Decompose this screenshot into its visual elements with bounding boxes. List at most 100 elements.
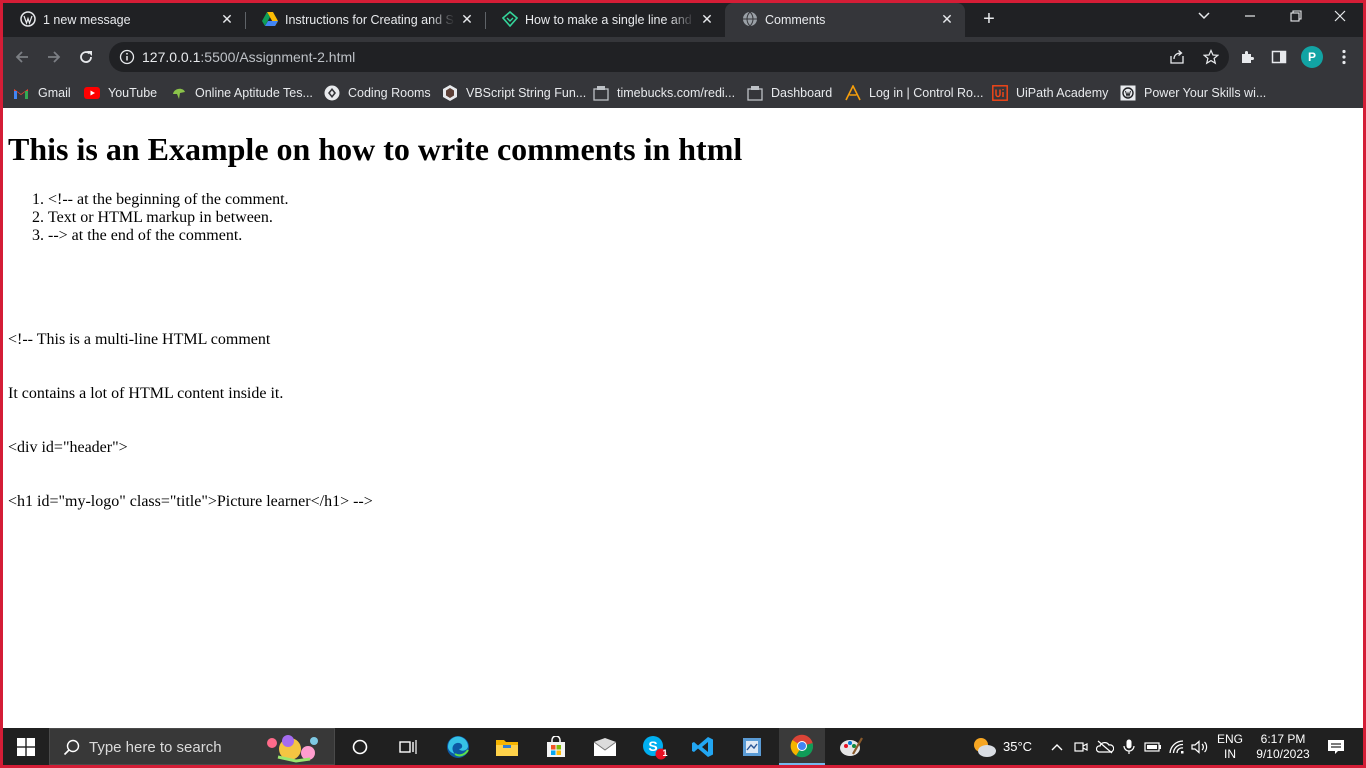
close-icon[interactable]: ✕ xyxy=(219,11,235,27)
tab-title: Instructions for Creating and Submitting xyxy=(285,13,455,27)
bookmark-coding-rooms[interactable]: Coding Rooms xyxy=(324,83,431,103)
list-item: 1. <!-- at the beginning of the comment. xyxy=(32,191,289,208)
wifi-icon[interactable] xyxy=(1166,728,1188,765)
start-button[interactable] xyxy=(3,728,49,765)
volume-icon[interactable] xyxy=(1189,728,1211,765)
site-info-icon[interactable] xyxy=(119,49,135,65)
wordpress-icon xyxy=(19,10,37,28)
weather-temperature[interactable]: 35°C xyxy=(1003,739,1032,754)
new-tab-button[interactable]: + xyxy=(977,8,1001,32)
steps-list: 1. <!-- at the beginning of the comment. … xyxy=(32,191,289,245)
mail-icon[interactable] xyxy=(585,728,625,765)
search-placeholder: Type here to search xyxy=(89,739,222,756)
skype-icon[interactable]: S 1 xyxy=(634,728,674,765)
tab-instructions[interactable]: Instructions for Creating and Submitting… xyxy=(245,3,485,37)
tab-title: How to make a single line and multi-line… xyxy=(525,13,695,27)
url-path: :5500/Assignment-2.html xyxy=(200,49,356,65)
minimize-button[interactable] xyxy=(1227,3,1273,33)
coding-rooms-icon xyxy=(324,85,340,101)
bookmark-label: timebucks.com/redi... xyxy=(617,86,736,100)
onedrive-offline-icon[interactable] xyxy=(1094,728,1116,765)
bookmark-youtube[interactable]: YouTube xyxy=(84,83,157,103)
microphone-icon[interactable] xyxy=(1119,728,1139,765)
language-indicator[interactable]: ENG IN xyxy=(1215,732,1245,762)
bookmark-vbscript[interactable]: VBScript String Fun... xyxy=(442,83,586,103)
tab-how-to-comment[interactable]: How to make a single line and multi-line… xyxy=(485,3,725,37)
taskbar-search-box[interactable]: Type here to search xyxy=(49,728,335,765)
tab-comments[interactable]: Comments ✕ xyxy=(725,3,965,37)
url-host: 127.0.0.1 xyxy=(142,49,201,65)
tab-title: Comments xyxy=(765,13,826,27)
page-viewport: This is an Example on how to write comme… xyxy=(3,108,1363,728)
bookmark-star-icon[interactable] xyxy=(1202,49,1220,65)
bookmark-label: Gmail xyxy=(38,86,71,100)
bookmarks-bar: Gmail YouTube Online Aptitude Tes... Cod… xyxy=(3,77,1363,108)
windows-taskbar: Type here to search S 1 35°C ENG IN 6:17… xyxy=(3,728,1363,765)
control-room-icon xyxy=(845,85,861,101)
close-icon[interactable]: ✕ xyxy=(459,11,475,27)
menu-kebab-icon[interactable] xyxy=(1334,47,1354,67)
bookmark-aptitude[interactable]: Online Aptitude Tes... xyxy=(171,83,313,103)
paint-icon[interactable] xyxy=(831,728,871,765)
close-icon[interactable]: ✕ xyxy=(699,11,715,27)
bookmark-label: YouTube xyxy=(108,86,158,100)
youtube-icon xyxy=(84,85,100,101)
forward-button[interactable] xyxy=(42,45,66,69)
battery-icon[interactable] xyxy=(1142,728,1164,765)
tab-new-message[interactable]: 1 new message ✕ xyxy=(3,3,245,37)
profile-avatar[interactable]: P xyxy=(1301,46,1323,68)
diamond-icon xyxy=(501,10,519,28)
bookmark-control-room[interactable]: Log in | Control Ro... xyxy=(845,83,983,103)
tab-title: 1 new message xyxy=(43,13,131,27)
uipath-icon xyxy=(992,85,1008,101)
bookmark-timebucks[interactable]: timebucks.com/redi... xyxy=(593,83,735,103)
clock[interactable]: 6:17 PM 9/10/2023 xyxy=(1250,732,1316,762)
aptitude-icon xyxy=(171,85,187,101)
reload-button[interactable] xyxy=(74,45,98,69)
search-icon xyxy=(63,739,80,761)
bookmark-label: Online Aptitude Tes... xyxy=(195,86,313,100)
side-panel-icon[interactable] xyxy=(1269,47,1289,67)
cortana-icon[interactable] xyxy=(340,728,380,765)
toolbar: 127.0.0.1:5500/Assignment-2.html P xyxy=(3,37,1363,77)
restore-button[interactable] xyxy=(1273,3,1319,33)
chrome-taskbar-icon[interactable] xyxy=(779,728,825,765)
chevron-up-icon[interactable] xyxy=(1047,728,1067,765)
meet-now-icon[interactable] xyxy=(1071,728,1091,765)
back-button[interactable] xyxy=(10,45,34,69)
weather-icon[interactable] xyxy=(969,728,999,765)
search-highlight-icon xyxy=(258,731,328,765)
bookmark-label: VBScript String Fun... xyxy=(466,86,587,100)
address-bar[interactable]: 127.0.0.1:5500/Assignment-2.html xyxy=(109,42,1229,72)
bookmark-gmail[interactable]: Gmail xyxy=(14,83,71,103)
bookmark-dashboard[interactable]: Dashboard xyxy=(747,83,832,103)
clock-date: 9/10/2023 xyxy=(1256,747,1310,761)
task-view-icon[interactable] xyxy=(388,728,428,765)
url-text[interactable]: 127.0.0.1:5500/Assignment-2.html xyxy=(142,49,355,65)
comment-line: <h1 id="my-logo" class="title">Picture l… xyxy=(8,493,373,510)
vscode-icon[interactable] xyxy=(683,728,723,765)
browser-window: 1 new message ✕ Instructions for Creatin… xyxy=(3,3,1363,765)
close-icon[interactable]: ✕ xyxy=(939,11,955,27)
comment-line: <!-- This is a multi-line HTML comment xyxy=(8,331,271,348)
list-item: 2. Text or HTML markup in between. xyxy=(32,209,273,226)
vbscript-icon xyxy=(442,85,458,101)
edge-icon[interactable] xyxy=(438,728,478,765)
notifications-icon[interactable] xyxy=(1321,728,1351,765)
extensions-icon[interactable] xyxy=(1237,47,1257,67)
bookmark-label: Coding Rooms xyxy=(348,86,431,100)
file-explorer-icon[interactable] xyxy=(487,728,527,765)
store-icon[interactable] xyxy=(536,728,576,765)
gmail-icon xyxy=(14,85,28,101)
bookmark-power-skills[interactable]: Power Your Skills wi... xyxy=(1120,83,1266,103)
close-window-button[interactable] xyxy=(1317,3,1363,33)
clock-time: 6:17 PM xyxy=(1260,732,1306,746)
page-heading: This is an Example on how to write comme… xyxy=(8,131,743,167)
bookmark-uipath[interactable]: UiPath Academy xyxy=(992,83,1108,103)
google-drive-icon xyxy=(261,10,279,28)
timebucks-icon xyxy=(593,85,609,101)
bookmark-label: Log in | Control Ro... xyxy=(869,86,984,100)
notepad-app-icon[interactable] xyxy=(732,728,772,765)
share-icon[interactable] xyxy=(1169,49,1185,65)
tab-search-icon[interactable] xyxy=(1181,3,1227,33)
